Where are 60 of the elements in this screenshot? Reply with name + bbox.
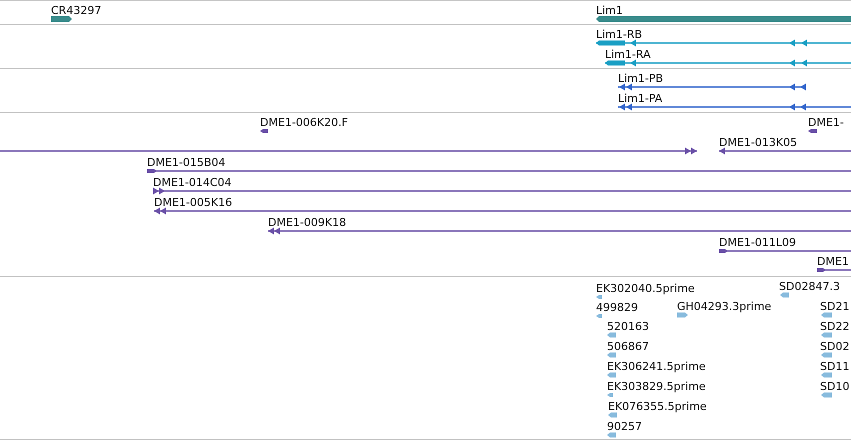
feature-label: DME1-009K18 <box>268 216 346 229</box>
clone-feature[interactable] <box>260 129 268 133</box>
feature-label: Lim1-PB <box>618 72 664 85</box>
est-feature[interactable] <box>607 332 616 338</box>
clone-feature[interactable] <box>808 129 817 133</box>
feature-label: SD21 <box>820 300 850 313</box>
feature-label: SD10 <box>820 380 850 393</box>
feature-label: EK076355.5prime <box>608 400 707 413</box>
est-feature[interactable] <box>780 292 789 298</box>
clone-feature[interactable] <box>719 148 851 154</box>
est-feature[interactable] <box>596 295 602 299</box>
est-feature[interactable] <box>821 332 832 338</box>
gene-feature[interactable] <box>51 16 72 22</box>
clone-feature[interactable] <box>817 268 851 272</box>
est-feature[interactable] <box>607 372 616 378</box>
est-feature[interactable] <box>821 312 832 318</box>
protein-feature[interactable] <box>618 104 851 110</box>
feature-label: SD22 <box>820 320 850 333</box>
feature-label: DME1-014C04 <box>153 176 232 189</box>
clone-feature[interactable] <box>268 228 851 234</box>
feature-label: DME1-015B04 <box>147 156 226 169</box>
feature-label: EK303829.5prime <box>607 380 706 393</box>
feature-label: EK306241.5prime <box>607 360 706 373</box>
feature-label: SD11 <box>820 360 850 373</box>
est-feature[interactable] <box>607 393 613 397</box>
feature-label: DME1- <box>808 116 844 129</box>
est-feature[interactable] <box>608 412 617 418</box>
transcript-feature[interactable] <box>596 40 851 46</box>
est-feature[interactable] <box>821 372 832 378</box>
clone-feature[interactable] <box>154 208 851 214</box>
clone-feature[interactable] <box>0 148 697 154</box>
feature-label: DME1-013K05 <box>719 136 798 149</box>
protein-feature[interactable] <box>618 84 806 90</box>
feature-label: 520163 <box>607 320 649 333</box>
feature-label: GH04293.3prime <box>677 300 772 313</box>
feature-label: Lim1-PA <box>618 92 662 105</box>
est-feature[interactable] <box>821 352 832 358</box>
feature-label: DME1-011L09 <box>719 236 796 249</box>
feature-label: DME1-006K20.F <box>260 116 348 129</box>
feature-label: DME1-005K16 <box>154 196 232 209</box>
feature-label: EK302040.5prime <box>596 282 695 295</box>
est-feature[interactable] <box>821 392 832 398</box>
clone-feature[interactable] <box>719 249 851 253</box>
feature-label: 499829 <box>596 301 638 314</box>
est-feature[interactable] <box>677 312 688 318</box>
feature-label: Lim1-RA <box>605 48 651 61</box>
est-feature[interactable] <box>596 314 602 318</box>
feature-label: Lim1 <box>596 4 623 17</box>
feature-label: SD02847.3 <box>779 280 840 293</box>
feature-label: 506867 <box>607 340 649 353</box>
feature-label: CR43297 <box>51 4 102 17</box>
clone-feature[interactable] <box>153 188 851 194</box>
transcript-feature[interactable] <box>605 60 851 66</box>
est-feature[interactable] <box>607 432 616 438</box>
clone-feature[interactable] <box>147 169 851 173</box>
feature-label: Lim1-RB <box>596 28 642 41</box>
est-feature[interactable] <box>607 352 616 358</box>
feature-label: SD02 <box>820 340 850 353</box>
feature-label: 90257 <box>607 420 642 433</box>
feature-label: DME1 <box>817 255 849 268</box>
